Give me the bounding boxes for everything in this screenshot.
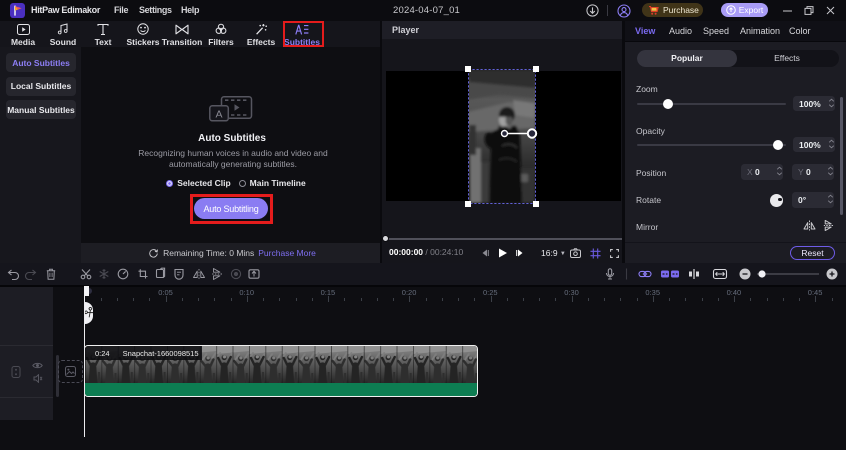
svg-text:A: A bbox=[215, 109, 222, 121]
